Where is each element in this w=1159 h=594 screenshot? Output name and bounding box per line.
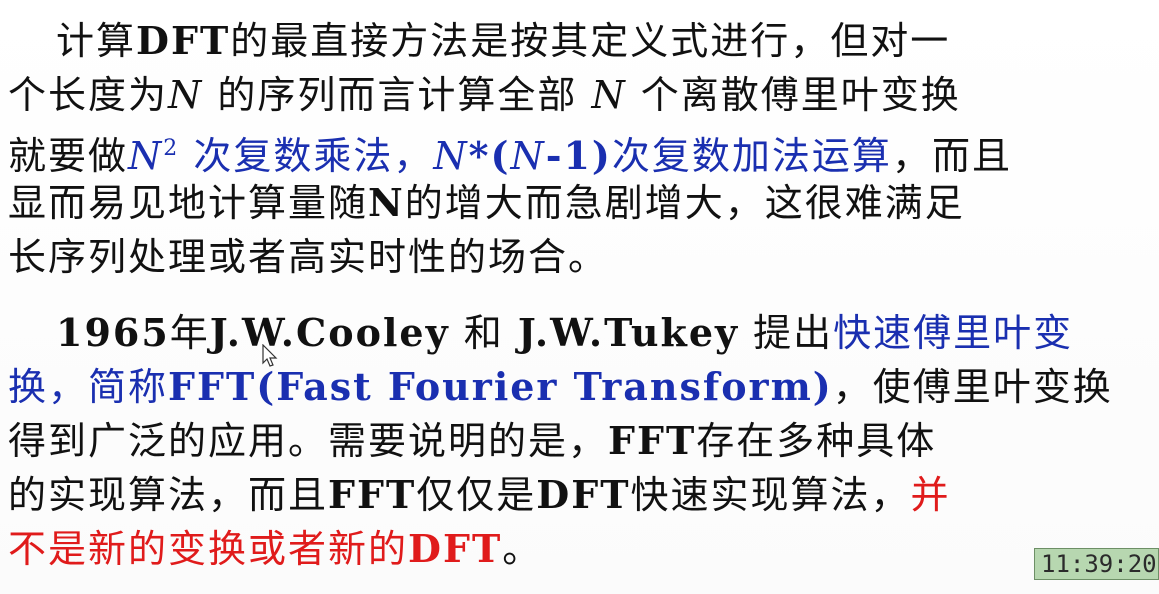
text-span: 的序列而言计算全部 <box>203 73 592 117</box>
text-span: 存在多种具体 <box>696 419 937 463</box>
text-span: 。 <box>502 527 543 571</box>
paragraph-dft-complexity: 计算DFT的最直接方法是按其定义式进行，但对一 个长度为N 的序列而言计算全部 … <box>8 14 1148 284</box>
term-fft: FFT <box>328 472 417 517</box>
author-cooley: J.W.Cooley <box>209 310 450 355</box>
term-dft: DFT <box>536 472 631 517</box>
text-span: -1) <box>545 133 612 178</box>
term-dft: DFT <box>136 18 231 63</box>
term-fft: FFT <box>608 418 697 463</box>
text-span: 的增大而急剧增大，这很难满足 <box>404 181 965 225</box>
variable-n: N <box>168 73 204 117</box>
text-span: 快速实现算法， <box>630 473 911 517</box>
variable-n: N <box>368 180 405 225</box>
highlight-conclusion: 并 <box>910 473 951 517</box>
text-span: 计算 <box>56 19 137 63</box>
highlight-fft-name: 快速傅里叶变 <box>833 311 1074 355</box>
text-span: ，而且 <box>891 134 1012 178</box>
text-span: 的实现算法，而且 <box>8 473 329 517</box>
highlight-conclusion-dft: DFT <box>408 526 503 571</box>
text-line: 个长度为N 的序列而言计算全部 N 个离散傅里叶变换 <box>8 68 1148 122</box>
highlight-additions: 次复数加法运算 <box>611 134 892 178</box>
text-span: 的最直接方法是按其定义式进行，但对一 <box>230 19 951 63</box>
year: 1965 <box>56 310 170 355</box>
text-span: 提出 <box>739 311 834 355</box>
text-line: 的实现算法，而且FFT仅仅是DFT快速实现算法，并 <box>8 468 1148 522</box>
text-line: 得到广泛的应用。需要说明的是，FFT存在多种具体 <box>8 414 1148 468</box>
slide-canvas: 计算DFT的最直接方法是按其定义式进行，但对一 个长度为N 的序列而言计算全部 … <box>0 0 1159 594</box>
text-span: 个长度为 <box>8 73 169 117</box>
text-span: 年 <box>169 311 210 355</box>
text-span: 仅仅是 <box>416 473 537 517</box>
text-line: 换，简称FFT(Fast Fourier Transform)，使傅里叶变换 <box>8 360 1148 414</box>
highlight-conclusion: 不是新的变换或者新的 <box>8 527 409 571</box>
text-line: 不是新的变换或者新的DFT。 <box>8 522 1148 576</box>
highlight-fft-fullname: FFT(Fast Fourier Transform) <box>168 364 833 409</box>
text-line: 就要做N2 次复数乘法，N*(N-1)次复数加法运算，而且 <box>8 122 1148 178</box>
variable-n: N <box>591 73 627 117</box>
text-span: 显而易见地计算量随 <box>8 181 369 225</box>
text-line: 1965年J.W.Cooley 和 J.W.Tukey 提出快速傅里叶变 <box>8 306 1148 360</box>
text-line: 长序列处理或者高实时性的场合。 <box>8 235 609 279</box>
text-line: 显而易见地计算量随N的增大而急剧增大，这很难满足 <box>8 176 1148 230</box>
text-line: 计算DFT的最直接方法是按其定义式进行，但对一 <box>8 14 1148 68</box>
text-span: ，使傅里叶变换 <box>832 365 1113 409</box>
highlight-multiplications: 次复数乘法， <box>179 134 434 178</box>
text-span: 个离散傅里叶变换 <box>626 73 961 117</box>
highlight-fft-name: 换，简称 <box>8 365 169 409</box>
text-span: *( <box>468 133 511 178</box>
text-span: 就要做 <box>8 134 129 178</box>
variable-n: N <box>128 134 164 178</box>
author-tukey: J.W.Tukey <box>517 310 740 355</box>
text-span: 和 <box>449 311 518 355</box>
variable-n: N <box>510 134 546 178</box>
text-span: 得到广泛的应用。需要说明的是， <box>8 419 609 463</box>
video-timestamp: 11:39:20 <box>1034 548 1159 580</box>
superscript-2: 2 <box>163 136 180 161</box>
mouse-cursor-icon <box>262 344 278 367</box>
paragraph-fft-history: 1965年J.W.Cooley 和 J.W.Tukey 提出快速傅里叶变 换，简… <box>8 306 1148 576</box>
variable-n: N <box>433 134 469 178</box>
